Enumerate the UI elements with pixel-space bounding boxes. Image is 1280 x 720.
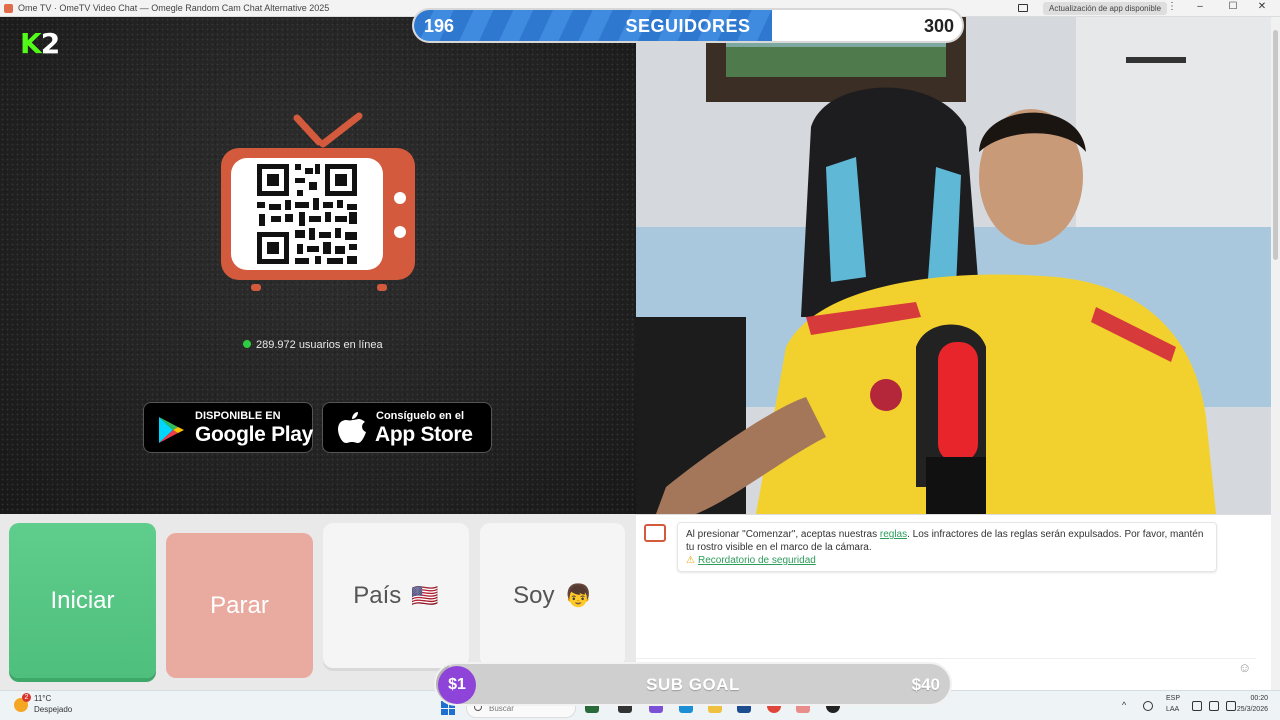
tray-overflow-icon[interactable]: ^ bbox=[1122, 700, 1126, 710]
ometv-logo-icon bbox=[644, 524, 666, 542]
apple-icon bbox=[338, 412, 366, 443]
online-users-indicator: 289.972 usuarios en línea bbox=[243, 339, 383, 351]
weather-temperature: 11°C bbox=[34, 694, 52, 703]
volume-icon[interactable] bbox=[1209, 701, 1219, 711]
webcam-video bbox=[636, 17, 1271, 514]
maximize-button[interactable]: ☐ bbox=[1221, 1, 1245, 12]
rules-link[interactable]: reglas bbox=[880, 529, 907, 540]
site-favicon-icon bbox=[4, 4, 13, 13]
gender-label: Soy bbox=[513, 581, 555, 609]
emoji-picker-icon[interactable]: ☺ bbox=[1238, 660, 1251, 675]
country-selector-button[interactable]: País 🇺🇸 bbox=[323, 523, 469, 668]
minimize-button[interactable]: – bbox=[1188, 1, 1212, 12]
notice-text-start: Al presionar "Comenzar", aceptas nuestra… bbox=[686, 529, 880, 540]
app-store-big-text: App Store bbox=[375, 423, 473, 446]
logo-number: 2 bbox=[40, 27, 61, 60]
warning-icon: ⚠ bbox=[686, 555, 695, 566]
app-update-button[interactable]: Actualización de app disponible bbox=[1043, 2, 1168, 15]
weather-badge: 2 bbox=[22, 693, 31, 702]
start-button-label: Iniciar bbox=[50, 586, 115, 614]
sub-goal-target: $40 bbox=[911, 675, 940, 694]
clock-time[interactable]: 00:20 bbox=[1230, 695, 1268, 702]
scrollbar-thumb[interactable] bbox=[1273, 30, 1278, 260]
clock-date[interactable]: 25/3/2026 bbox=[1226, 706, 1268, 713]
app-store-small-text: Consíguelo en el bbox=[376, 410, 465, 422]
google-play-big-text: Google Play bbox=[195, 423, 314, 446]
app-store-button[interactable]: Consíguelo en el App Store bbox=[322, 402, 492, 453]
browser-menu-icon[interactable]: ⋮ bbox=[1167, 1, 1177, 12]
screen: Ome TV · OmeTV Video Chat — Omegle Rando… bbox=[0, 0, 1280, 720]
google-play-button[interactable]: DISPONIBLE EN Google Play bbox=[143, 402, 313, 453]
us-flag-icon: 🇺🇸 bbox=[411, 582, 439, 608]
online-dot-icon bbox=[243, 340, 251, 348]
camera-indicator-icon[interactable] bbox=[1018, 4, 1028, 12]
country-label: País bbox=[353, 581, 402, 609]
rules-notice: Al presionar "Comenzar", aceptas nuestra… bbox=[677, 522, 1217, 572]
microphone-icon[interactable] bbox=[1143, 701, 1153, 711]
sub-goal-bar: $1 SUB GOAL $40 bbox=[434, 662, 952, 706]
start-button[interactable]: Iniciar bbox=[9, 523, 156, 678]
partner-video-panel: K2 289.972 usuarios en línea DISPONIBLE … bbox=[0, 17, 636, 514]
safety-reminder-link[interactable]: Recordatorio de seguridad bbox=[698, 555, 816, 566]
webcam-image bbox=[636, 17, 1271, 514]
ometv-tv-qr-icon bbox=[221, 112, 415, 291]
window-title: Ome TV · OmeTV Video Chat — Omegle Rando… bbox=[18, 3, 330, 13]
network-icon[interactable] bbox=[1192, 701, 1202, 711]
boy-emoji-icon: 👦 bbox=[564, 582, 592, 608]
stream-logo: K2 bbox=[20, 27, 61, 60]
keyboard-layout-indicator[interactable]: LAA bbox=[1166, 706, 1179, 713]
online-users-count: 289.972 usuarios en línea bbox=[256, 339, 383, 351]
sub-goal-label: SUB GOAL bbox=[646, 675, 740, 694]
followers-target: 300 bbox=[923, 16, 954, 36]
close-window-button[interactable]: ✕ bbox=[1250, 1, 1274, 12]
kick-k-logo: K bbox=[20, 27, 42, 60]
weather-condition: Despejado bbox=[34, 705, 73, 714]
language-indicator[interactable]: ESP bbox=[1166, 695, 1180, 702]
followers-label: SEGUIDORES bbox=[625, 16, 751, 36]
gender-selector-button[interactable]: Soy 👦 bbox=[480, 523, 625, 668]
google-play-small-text: DISPONIBLE EN bbox=[195, 410, 281, 422]
stop-button[interactable]: Parar bbox=[166, 533, 313, 678]
google-play-icon bbox=[159, 417, 184, 443]
stop-button-label: Parar bbox=[210, 591, 269, 619]
followers-goal-bar: 196 SEGUIDORES 300 bbox=[412, 8, 964, 43]
